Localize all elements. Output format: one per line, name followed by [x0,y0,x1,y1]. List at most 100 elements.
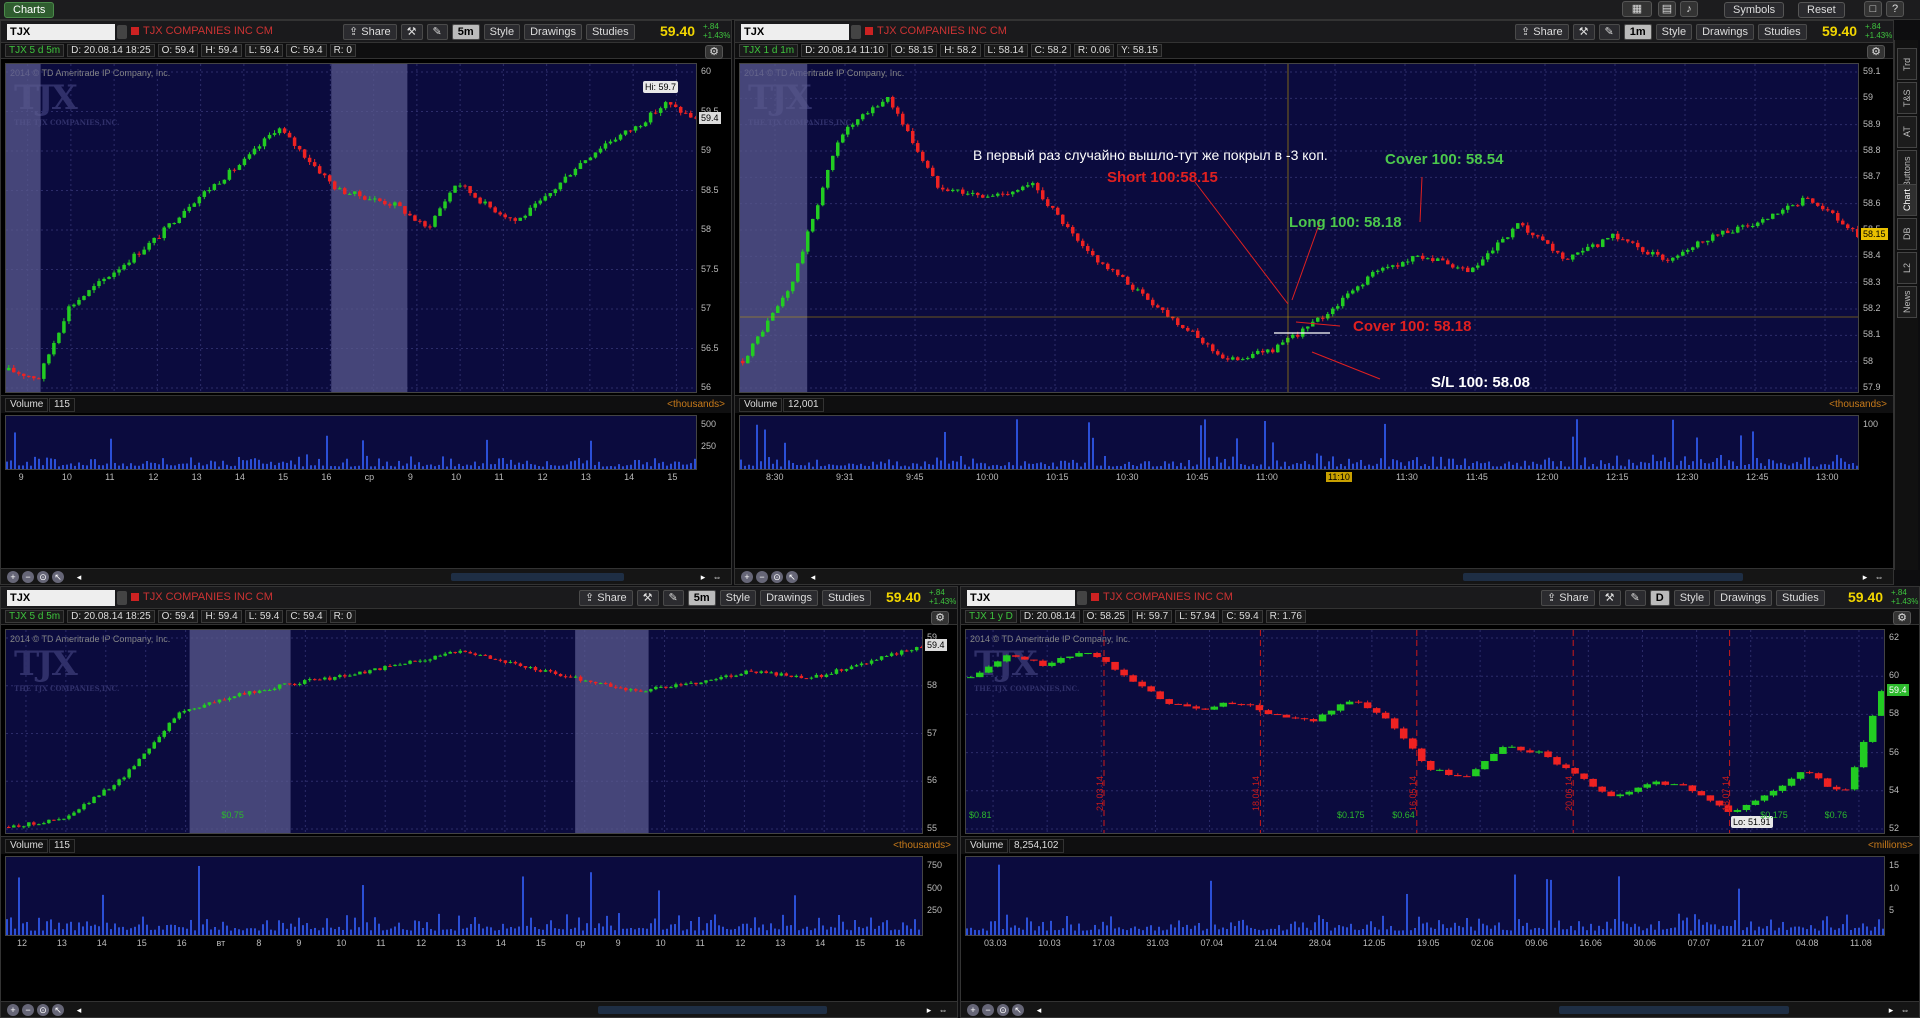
scroll-left-icon[interactable]: ◂ [1033,1004,1045,1016]
timeframe-button[interactable]: 1m [1623,24,1652,40]
studies-button[interactable]: Studies [821,590,871,606]
side-tab-news[interactable]: News [1897,286,1917,318]
share-button[interactable]: ⇪ Share [1541,590,1595,606]
grid-layout-icon[interactable]: ▦ [1622,1,1652,17]
symbol-input[interactable]: TJX [967,590,1075,606]
chart-settings-icon[interactable]: ⚙ [1867,45,1885,59]
timeframe-button[interactable]: D [1649,590,1670,606]
symbol-dropdown[interactable] [117,25,127,39]
detach-icon[interactable]: □ [1864,1,1882,17]
reset-button[interactable]: Reset [1798,2,1845,18]
cursor-icon[interactable]: ↖ [786,571,798,583]
tools-button[interactable]: ⚒ [400,24,423,40]
timeframe-button[interactable]: 5m [687,590,716,606]
volume-bar [1336,466,1338,469]
scroll-right-icon[interactable]: ▸ [1859,571,1871,583]
studies-button[interactable]: Studies [1757,24,1807,40]
help-icon[interactable]: ? [1886,1,1904,17]
pan-icon[interactable]: ⊙ [37,1004,49,1016]
cursor-icon[interactable]: ↖ [52,571,64,583]
price-plot[interactable]: 2014 © TD Ameritrade IP Company, Inc.TJX… [5,629,923,834]
cursor-icon[interactable]: ↖ [52,1004,64,1016]
chart-scrollbar[interactable] [450,573,624,581]
side-tab-trd[interactable]: Trd [1897,48,1917,80]
candle [1076,233,1080,241]
symbol-input[interactable]: TJX [7,24,115,40]
side-tab-ts[interactable]: T&S [1897,82,1917,114]
pan-icon[interactable]: ⊙ [771,571,783,583]
chart-settings-icon[interactable]: ⚙ [931,611,949,625]
zoom-in-icon[interactable]: + [967,1004,979,1016]
bell-icon[interactable]: ♪ [1680,1,1698,17]
side-tab-at[interactable]: AT [1897,116,1917,148]
tools-button[interactable]: ⚒ [1572,24,1595,40]
layout-icon[interactable]: ▤ [1658,1,1676,17]
volume-bar [1882,928,1884,935]
candle [994,661,1002,667]
candle [523,215,528,218]
volume-bar [1498,922,1500,935]
scroll-left-icon[interactable]: ◂ [73,571,85,583]
scroll-right-icon[interactable]: ▸ [697,571,709,583]
y-tick-label: 56 [1889,746,1900,757]
zoom-in-icon[interactable]: + [7,571,19,583]
timeframe-button[interactable]: 5m [451,24,480,40]
settings-icon[interactable]: ✎ [1598,24,1620,40]
expand-icon[interactable]: ⇔ [937,1004,949,1016]
chart-settings-icon[interactable]: ⚙ [705,45,723,59]
studies-button[interactable]: Studies [1776,590,1825,606]
style-button[interactable]: Style [719,590,757,606]
zoom-out-icon[interactable]: − [756,571,768,583]
zoom-out-icon[interactable]: − [22,571,34,583]
zoom-out-icon[interactable]: − [22,1004,34,1016]
tools-button[interactable]: ⚒ [1598,590,1621,606]
symbol-dropdown[interactable] [1077,591,1087,605]
style-button[interactable]: Style [1673,590,1711,606]
chart-scrollbar[interactable] [1559,1006,1789,1014]
volume-bar [346,458,348,469]
expand-icon[interactable]: ⇔ [1873,571,1885,583]
candle [756,336,760,344]
symbol-input[interactable]: TJX [7,590,115,606]
pan-icon[interactable]: ⊙ [37,571,49,583]
style-button[interactable]: Style [483,24,521,40]
zoom-in-icon[interactable]: + [7,1004,19,1016]
scroll-right-icon[interactable]: ▸ [1885,1004,1897,1016]
drawings-button[interactable]: Drawings [760,590,818,606]
drawings-button[interactable]: Drawings [1714,590,1773,606]
cursor-icon[interactable]: ↖ [1012,1004,1024,1016]
candle [177,217,182,224]
symbol-input[interactable]: TJX [741,24,849,40]
expand-icon[interactable]: ⇔ [1899,1004,1911,1016]
zoom-out-icon[interactable]: − [982,1004,994,1016]
settings-icon[interactable]: ✎ [426,24,448,40]
drawings-button[interactable]: Drawings [1696,24,1754,40]
side-tab-db[interactable]: DB [1897,218,1917,250]
scroll-right-icon[interactable]: ▸ [923,1004,935,1016]
settings-icon[interactable]: ✎ [1624,590,1646,606]
settings-icon[interactable]: ✎ [662,590,684,606]
side-tab-chart[interactable]: Chart [1897,184,1917,216]
pan-icon[interactable]: ⊙ [997,1004,1009,1016]
chart-scrollbar[interactable] [1463,573,1743,581]
price-plot[interactable]: 2014 © TD Ameritrade IP Company, Inc.TJX… [5,63,697,393]
share-button[interactable]: ⇪ Share [343,24,397,40]
symbols-button[interactable]: Symbols [1724,2,1785,18]
charts-app-tab[interactable]: Charts [4,2,55,18]
tools-button[interactable]: ⚒ [636,590,659,606]
scroll-left-icon[interactable]: ◂ [73,1004,85,1016]
style-button[interactable]: Style [1655,24,1693,40]
share-button[interactable]: ⇪ Share [579,590,633,606]
drawings-button[interactable]: Drawings [524,24,582,40]
side-tab-l2[interactable]: L2 [1897,252,1917,284]
symbol-dropdown[interactable] [851,25,861,39]
zoom-in-icon[interactable]: + [741,571,753,583]
volume-bar [824,465,826,469]
expand-icon[interactable]: ⇔ [711,571,723,583]
share-button[interactable]: ⇪ Share [1515,24,1569,40]
chart-scrollbar[interactable] [597,1006,828,1014]
scroll-left-icon[interactable]: ◂ [807,571,819,583]
chart-settings-icon[interactable]: ⚙ [1893,611,1911,625]
symbol-dropdown[interactable] [117,591,127,605]
studies-button[interactable]: Studies [585,24,635,40]
